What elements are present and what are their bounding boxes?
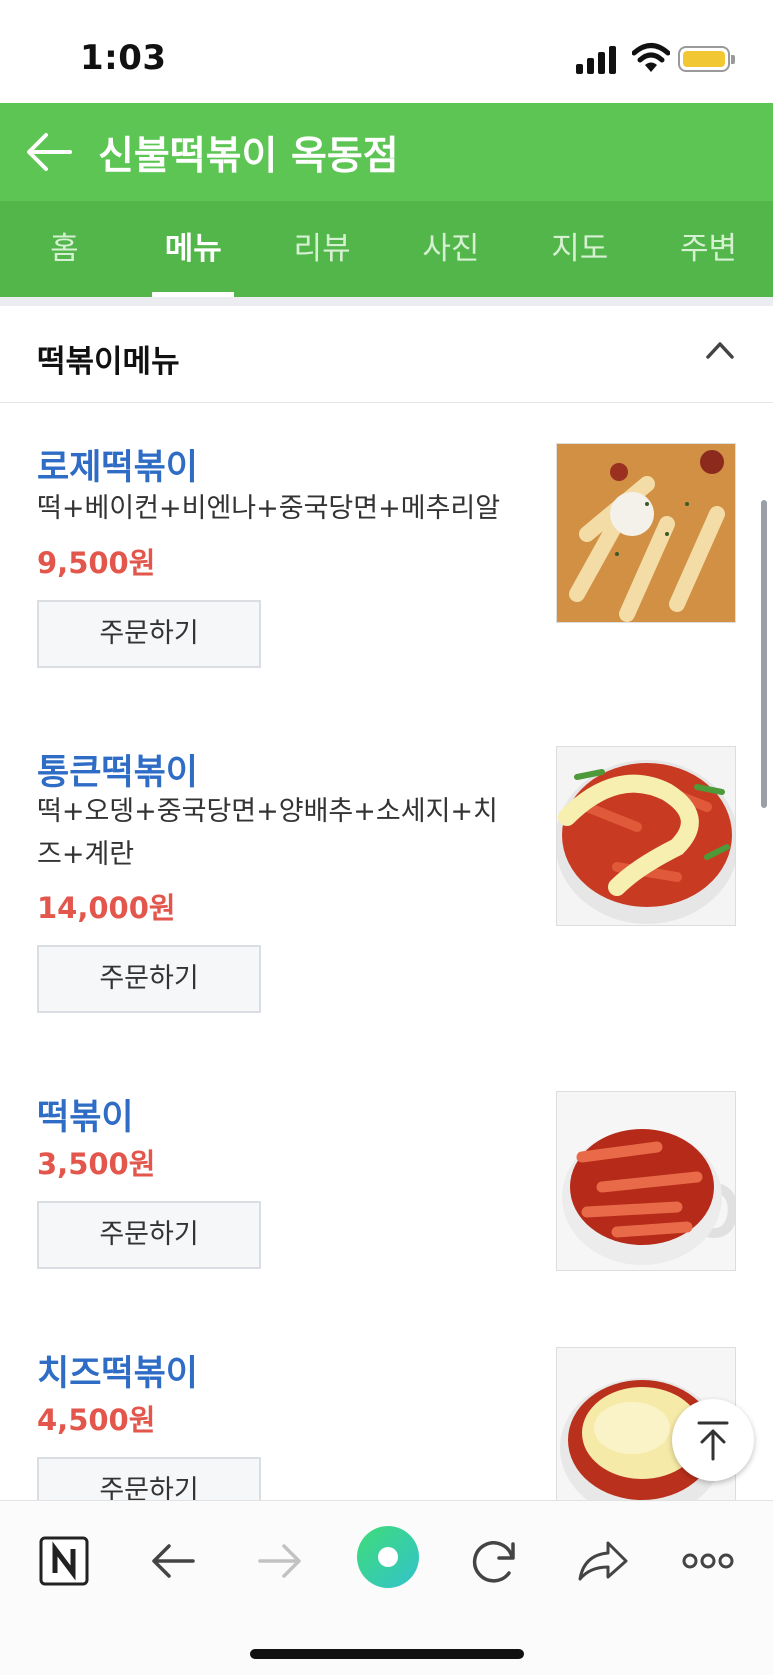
- menu-item-photo[interactable]: [556, 746, 736, 926]
- tab-nearby[interactable]: 주변: [644, 201, 773, 297]
- tab-photo[interactable]: 사진: [386, 201, 515, 297]
- signal-icon: [576, 44, 620, 74]
- arrow-up-to-top-icon: [697, 1421, 729, 1461]
- tab-home[interactable]: 홈: [0, 201, 129, 297]
- chevron-up-icon[interactable]: [705, 340, 735, 360]
- menu-item-price: 3,500원: [37, 1147, 156, 1181]
- page-title: 신불떡볶이 옥동점: [98, 134, 399, 179]
- tab-map[interactable]: 지도: [515, 201, 644, 297]
- share-icon[interactable]: [572, 1531, 632, 1591]
- back-arrow-icon[interactable]: [26, 131, 72, 173]
- menu-item-price: 4,500원: [37, 1403, 156, 1437]
- section-title: 떡볶이메뉴: [37, 344, 180, 380]
- menu-item-photo[interactable]: [556, 443, 736, 623]
- scrollbar[interactable]: [761, 500, 767, 808]
- menu-section-header[interactable]: 떡볶이메뉴: [0, 306, 773, 403]
- menu-item[interactable]: 통큰떡볶이 떡+오뎅+중국당면+양배추+소세지+치즈+계란 14,000원 주문…: [0, 708, 773, 1054]
- scroll-to-top-button[interactable]: [672, 1399, 754, 1481]
- browser-forward-icon[interactable]: [250, 1531, 310, 1591]
- browser-toolbar: [0, 1500, 773, 1675]
- status-time: 1:03: [80, 38, 167, 78]
- wifi-icon: [632, 43, 670, 72]
- menu-item-desc: 떡+베이컨+비엔나+중국당면+메추리알: [37, 493, 501, 524]
- battery-icon: [678, 46, 735, 72]
- naver-n-icon[interactable]: [34, 1531, 94, 1591]
- tab-menu[interactable]: 메뉴: [129, 201, 258, 297]
- order-button[interactable]: 주문하기: [37, 600, 261, 668]
- menu-item-price: 14,000원: [37, 891, 176, 925]
- green-dot-icon[interactable]: [352, 1521, 424, 1593]
- menu-item-name: 통큰떡볶이: [37, 753, 199, 793]
- menu-item-name: 떡볶이: [37, 1098, 134, 1138]
- status-bar: 1:03: [0, 0, 773, 103]
- menu-item-desc: 떡+오뎅+중국당면+양배추+소세지+치즈+계란: [37, 796, 498, 870]
- menu-item-name: 로제떡볶이: [37, 448, 199, 488]
- refresh-icon[interactable]: [464, 1531, 524, 1591]
- menu-item[interactable]: 떡볶이 3,500원 주문하기: [0, 1053, 773, 1310]
- browser-back-icon[interactable]: [143, 1531, 203, 1591]
- more-icon[interactable]: [678, 1531, 738, 1591]
- section-divider: [0, 297, 773, 306]
- tab-bar: 홈 메뉴 리뷰 사진 지도 주변: [0, 201, 773, 297]
- menu-item-price: 9,500원: [37, 546, 156, 580]
- menu-item-photo[interactable]: [556, 1091, 736, 1271]
- app-header: 신불떡볶이 옥동점: [0, 103, 773, 201]
- order-button[interactable]: 주문하기: [37, 945, 261, 1013]
- menu-item[interactable]: 로제떡볶이 떡+베이컨+비엔나+중국당면+메추리알 9,500원 주문하기: [0, 403, 773, 709]
- menu-item-name: 치즈떡볶이: [37, 1354, 199, 1394]
- tab-review[interactable]: 리뷰: [258, 201, 387, 297]
- order-button[interactable]: 주문하기: [37, 1201, 261, 1269]
- home-indicator: [250, 1649, 524, 1659]
